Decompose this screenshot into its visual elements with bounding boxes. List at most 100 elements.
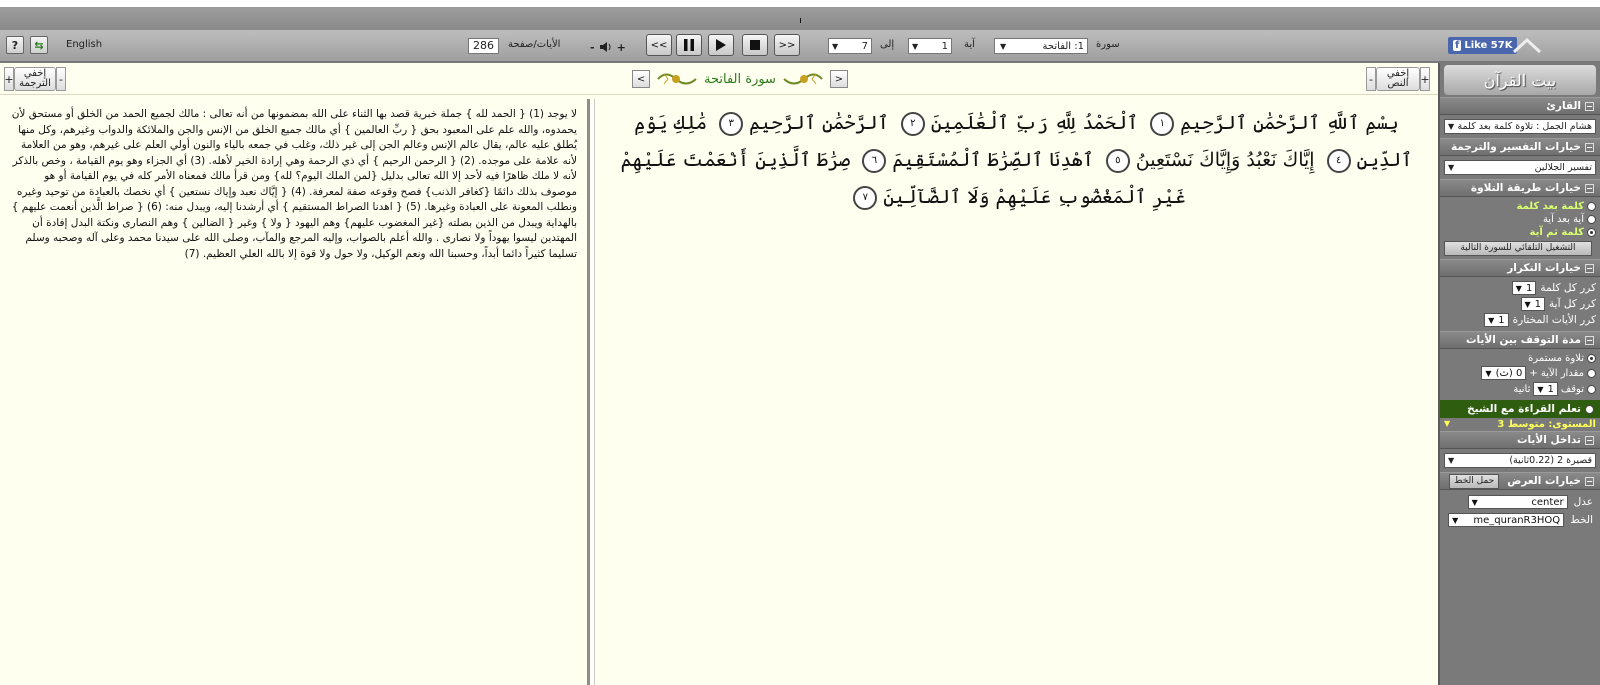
content-header: + إخفي الترجمة - < سورة الفاتحة > - إخفي… xyxy=(0,63,1438,95)
chevron-up-icon xyxy=(1512,37,1542,54)
text-font-decrease[interactable]: - xyxy=(1366,67,1376,91)
hide-text-button[interactable]: إخفي النص xyxy=(1376,67,1420,91)
volume-control[interactable]: - + xyxy=(590,38,626,56)
prev-surah-button[interactable]: < xyxy=(632,70,651,88)
align-select[interactable]: center ▼ xyxy=(1467,495,1568,509)
translation-font-increase[interactable]: + xyxy=(4,67,14,91)
aya-text[interactable]: ٱلرَّحْمَٰنِ ٱلرَّحِيمِ xyxy=(749,112,889,134)
pause-icon xyxy=(684,39,694,51)
font-row: الخط me_quranR3HOQ ▼ xyxy=(1444,511,1596,529)
repeat-selected-select[interactable]: 1 ▼ xyxy=(1484,313,1509,327)
top-band xyxy=(0,8,1600,30)
aya-label: آية xyxy=(964,39,975,50)
aya-number-marker[interactable]: ٧ xyxy=(853,186,878,210)
translation-font-decrease[interactable]: - xyxy=(56,67,66,91)
volume-up-button[interactable]: + xyxy=(617,41,626,54)
font-select[interactable]: me_quranR3HOQ ▼ xyxy=(1448,513,1565,527)
previous-button[interactable]: << xyxy=(646,34,672,56)
next-surah-button[interactable]: > xyxy=(829,70,848,88)
chevron-down-icon: ▼ xyxy=(1488,315,1495,325)
aya-number-marker[interactable]: ٣ xyxy=(719,112,744,136)
band-tick xyxy=(800,18,801,23)
help-button[interactable]: ? xyxy=(6,36,24,54)
text-font-increase[interactable]: + xyxy=(1420,67,1430,91)
aya-text[interactable]: بِسْمِ ٱللَّهِ ٱلرَّحْمَٰنِ ٱلرَّحِيمِ xyxy=(1180,112,1399,134)
reader-select[interactable]: هشام الجمل : تلاوة كلمة بعد كلمة ▼ xyxy=(1444,119,1596,134)
quran-pane: بِسْمِ ٱللَّهِ ٱلرَّحْمَٰنِ ٱلرَّحِيمِ١ … xyxy=(594,99,1438,685)
pause-option-seconds[interactable]: توقف 1 ▼ ثانية xyxy=(1444,381,1596,397)
translation-controls: + إخفي الترجمة - xyxy=(4,67,66,91)
refresh-button[interactable]: ⇆ xyxy=(30,36,48,54)
auto-next-surah-button[interactable]: التشغيل التلقائي للسورة التالية xyxy=(1444,241,1592,256)
aya-number-marker[interactable]: ٢ xyxy=(900,112,925,136)
surah-select[interactable]: 1: الفاتحة ▼ xyxy=(994,38,1088,54)
stop-icon xyxy=(750,40,760,50)
collapse-icon: − xyxy=(1585,263,1594,273)
aya-number-marker[interactable]: ١ xyxy=(1150,112,1175,136)
method-option-word[interactable]: كلمة بعد كلمة xyxy=(1444,200,1596,213)
tafsir-select[interactable]: تفسير الجلالين ▼ xyxy=(1444,160,1596,175)
tafsir-pane: لا يوجد (1) { الحمد لله } جملة خبرية قصد… xyxy=(0,99,590,685)
learn-with-sheikh-toggle[interactable]: تعلم القراءة مع الشيخ xyxy=(1440,400,1600,418)
help-icon: ? xyxy=(11,38,19,52)
play-icon xyxy=(716,39,726,51)
speaker-icon xyxy=(599,42,611,52)
aya-number-marker[interactable]: ٦ xyxy=(862,149,887,173)
repeat-aya-select[interactable]: 1 ▼ xyxy=(1520,297,1546,311)
repeat-word-select[interactable]: 1 ▼ xyxy=(1511,281,1537,295)
overlap-section-header[interactable]: − تداخل الأيات xyxy=(1440,431,1600,449)
radio-selected-icon xyxy=(1587,354,1596,363)
chevron-down-icon: ▼ xyxy=(832,41,839,51)
hide-translation-button[interactable]: إخفي الترجمة xyxy=(14,67,56,91)
collapse-icon: − xyxy=(1585,435,1594,445)
chevron-down-icon: ▼ xyxy=(1448,122,1455,131)
next-button[interactable]: >> xyxy=(774,34,800,56)
chevron-down-icon: ▼ xyxy=(1537,384,1544,394)
aya-text[interactable]: ٱهْدِنَا ٱلصِّرَٰطَ ٱلْمُسْتَقِيمَ xyxy=(892,149,1093,171)
to-aya-select[interactable]: ▼ 7 xyxy=(828,38,872,54)
download-font-button[interactable]: حمل الخط xyxy=(1449,473,1500,489)
stop-button[interactable] xyxy=(742,34,768,56)
aya-text[interactable]: إِيَّاكَ نَعْبُدُ وَإِيَّاكَ نَسْتَعِينُ xyxy=(1136,149,1315,171)
play-button[interactable] xyxy=(708,34,734,56)
aya-number-marker[interactable]: ٥ xyxy=(1105,149,1130,173)
surah-label: سورة xyxy=(1096,39,1120,50)
method-option-aya[interactable]: آية بعد آية xyxy=(1444,213,1596,226)
ayat-per-page-input[interactable]: 286 xyxy=(468,38,499,54)
from-aya-select[interactable]: ▼ 1 xyxy=(908,38,952,54)
pause-button[interactable] xyxy=(676,34,702,56)
method-section-header[interactable]: − خيارات طريقة التلاوة xyxy=(1440,179,1600,197)
tafsir-section-header[interactable]: − خيارات التفسير والترجمة xyxy=(1440,138,1600,156)
chevron-down-icon: ▼ xyxy=(1448,456,1455,465)
facebook-icon: f xyxy=(1453,40,1462,51)
language-link[interactable]: English xyxy=(66,39,102,57)
site-logo[interactable]: بيت القرآن xyxy=(1444,65,1596,95)
overlap-select[interactable]: قصيرة 2 (0.22ثانية) ▼ xyxy=(1444,453,1596,468)
chevron-down-icon: ▼ xyxy=(1448,163,1455,172)
collapse-icon: − xyxy=(1585,183,1594,193)
radio-icon xyxy=(1587,384,1596,394)
volume-down-button[interactable]: - xyxy=(590,41,595,54)
collapse-icon: − xyxy=(1585,335,1594,345)
facebook-like-button[interactable]: f Like 57K xyxy=(1448,37,1518,54)
collapse-toolbar-button[interactable] xyxy=(1512,36,1542,56)
repeat-section-header[interactable]: − خيارات التكرار xyxy=(1440,259,1600,277)
pause-option-continuous[interactable]: تلاوة مستمرة xyxy=(1444,352,1596,365)
display-section-header[interactable]: − خيارات العرض حمل الخط xyxy=(1440,472,1600,490)
aya-text[interactable]: ٱلْحَمْدُ لِلَّهِ رَبِّ ٱلْعَٰلَمِينَ xyxy=(931,112,1138,134)
method-option-word-then-aya[interactable]: كلمة ثم آية xyxy=(1444,226,1596,239)
reader-section-header[interactable]: − القارئ xyxy=(1440,97,1600,115)
aya-number-marker[interactable]: ٤ xyxy=(1326,149,1351,173)
pause-section-header[interactable]: − مدة التوقف بين الأيات xyxy=(1440,331,1600,349)
level-select[interactable]: المستوى: متوسط 3 ▼ xyxy=(1440,418,1600,431)
pause-option-aya-length[interactable]: مقدار الآية +0 (ث) ▼ xyxy=(1444,365,1596,381)
pause-seconds-select[interactable]: 1 ▼ xyxy=(1533,382,1558,396)
ayat-per-page-label: الأيات/صفحة xyxy=(508,39,561,50)
quran-text: بِسْمِ ٱللَّهِ ٱلرَّحْمَٰنِ ٱلرَّحِيمِ١ … xyxy=(595,99,1438,216)
ornament-right-icon xyxy=(783,73,823,85)
radio-icon xyxy=(1585,404,1594,414)
chevron-down-icon: ▼ xyxy=(1000,41,1007,51)
collapse-icon: − xyxy=(1585,142,1594,152)
chevron-down-icon: ▼ xyxy=(1471,497,1478,507)
pause-aya-select[interactable]: 0 (ث) ▼ xyxy=(1481,366,1527,380)
